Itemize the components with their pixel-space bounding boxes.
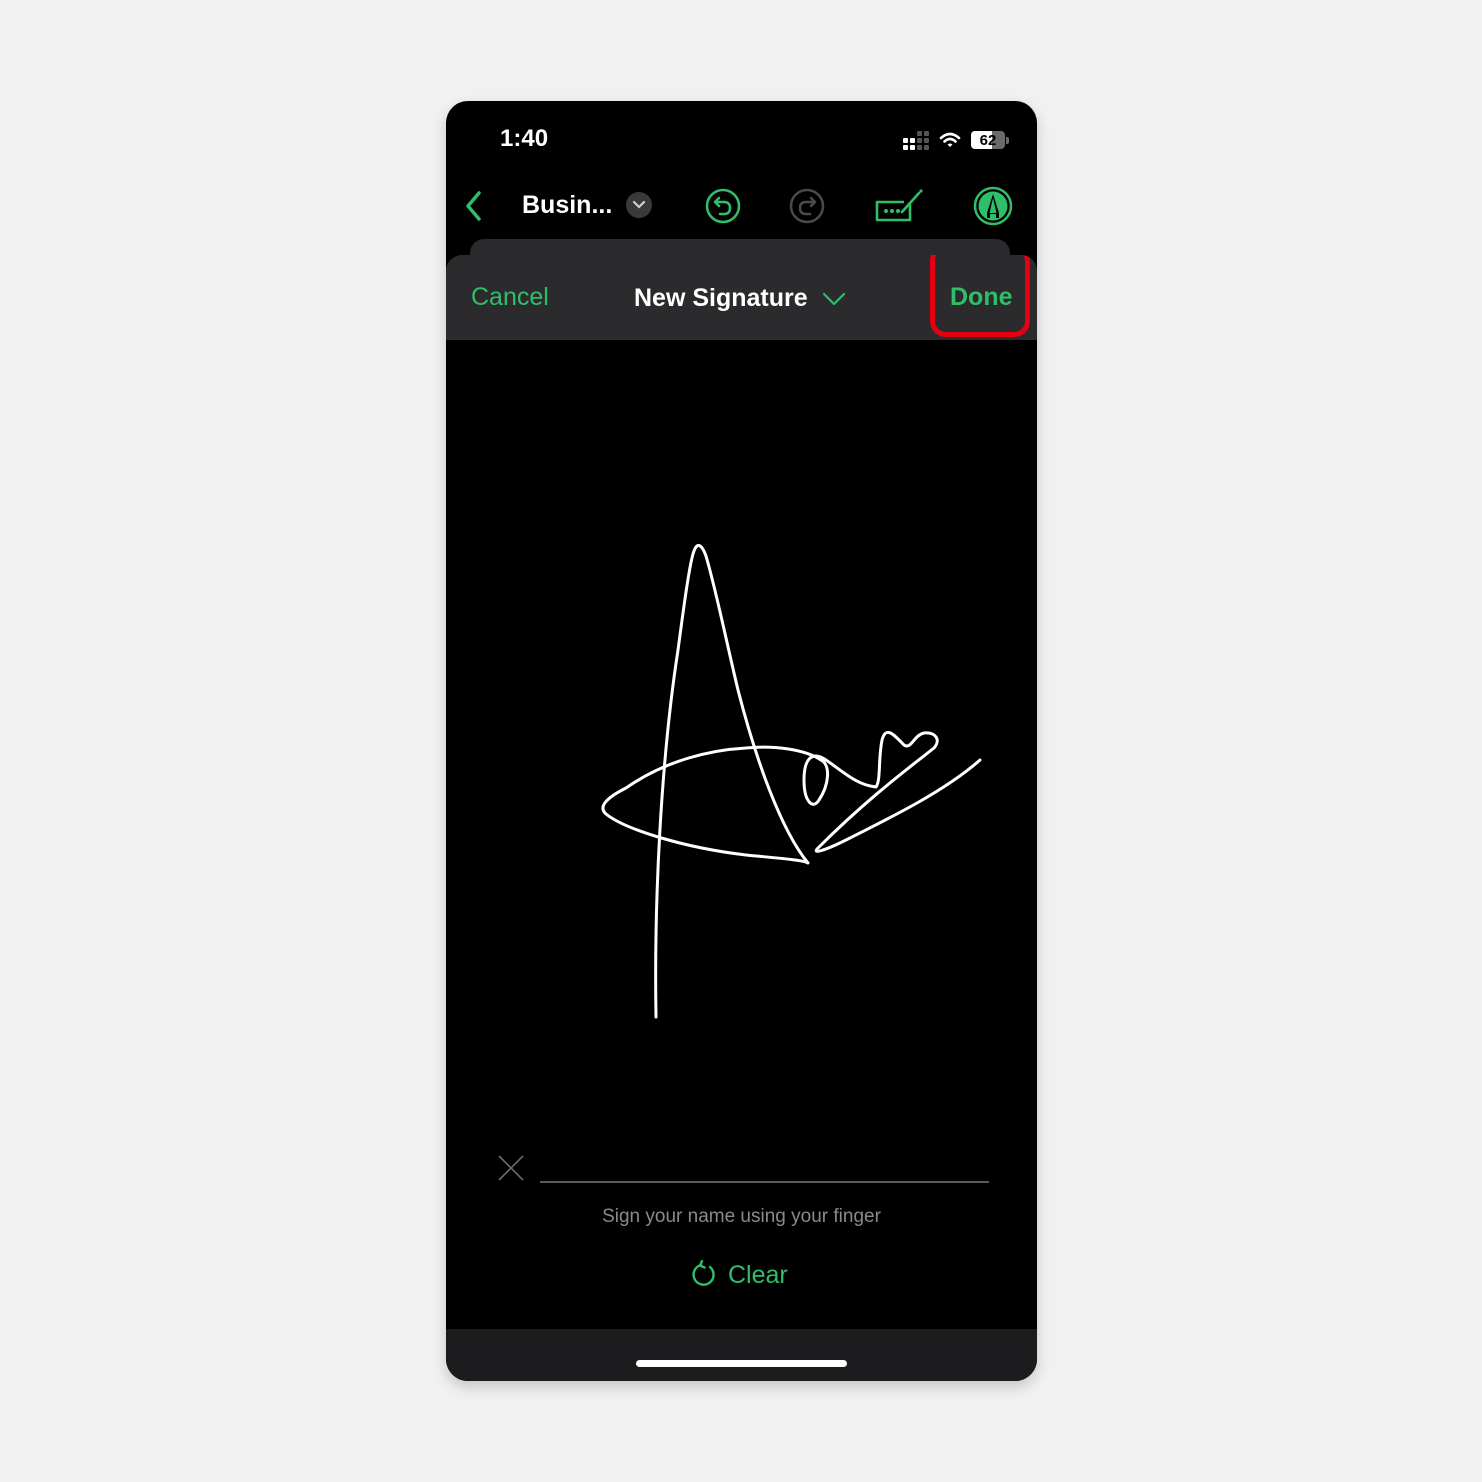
signature-hint: Sign your name using your finger xyxy=(602,1206,881,1227)
chevron-left-icon xyxy=(466,191,481,221)
document-toolbar: Busin... xyxy=(446,181,1037,231)
signature-canvas[interactable] xyxy=(446,340,1037,1240)
clear-label: Clear xyxy=(728,1260,788,1289)
chevron-down-icon xyxy=(822,292,845,305)
redo-icon xyxy=(789,188,825,224)
battery-level: 62 xyxy=(979,131,997,149)
signature-stroke xyxy=(601,544,982,1019)
cancel-button[interactable]: Cancel xyxy=(471,283,549,312)
battery-tip xyxy=(1006,136,1009,144)
done-highlight-annotation xyxy=(930,255,1030,337)
undo-button[interactable] xyxy=(700,181,746,231)
markup-button[interactable] xyxy=(970,181,1016,231)
clear-button[interactable]: Clear xyxy=(692,1260,788,1290)
document-title[interactable]: Busin... xyxy=(522,191,612,220)
cellular-signal-icon xyxy=(903,130,929,150)
new-signature-sheet: Cancel New Signature Done Sign your name… xyxy=(446,255,1037,1381)
status-icons: 62 xyxy=(903,129,1009,151)
rotate-left-icon xyxy=(692,1260,715,1286)
back-button[interactable] xyxy=(454,181,494,231)
document-menu-button[interactable] xyxy=(626,192,652,218)
chevron-down-icon xyxy=(632,200,646,209)
signature-title-menu[interactable]: New Signature xyxy=(634,284,846,313)
markup-pen-icon xyxy=(973,186,1013,226)
signature-baseline xyxy=(540,1181,989,1183)
home-indicator[interactable] xyxy=(636,1360,847,1367)
battery-icon: 62 xyxy=(971,131,1005,149)
wifi-icon xyxy=(939,132,961,147)
phone-screen: 1:40 62 Busin... Cancel New Signature Do… xyxy=(446,101,1037,1381)
signature-button[interactable] xyxy=(872,181,928,231)
signature-x-mark-icon xyxy=(498,1155,524,1181)
redo-button[interactable] xyxy=(784,181,830,231)
signature-pen-icon xyxy=(875,189,923,222)
signature-title: New Signature xyxy=(634,284,808,312)
home-area xyxy=(446,1329,1037,1381)
status-time: 1:40 xyxy=(500,125,549,152)
undo-icon xyxy=(705,188,741,224)
